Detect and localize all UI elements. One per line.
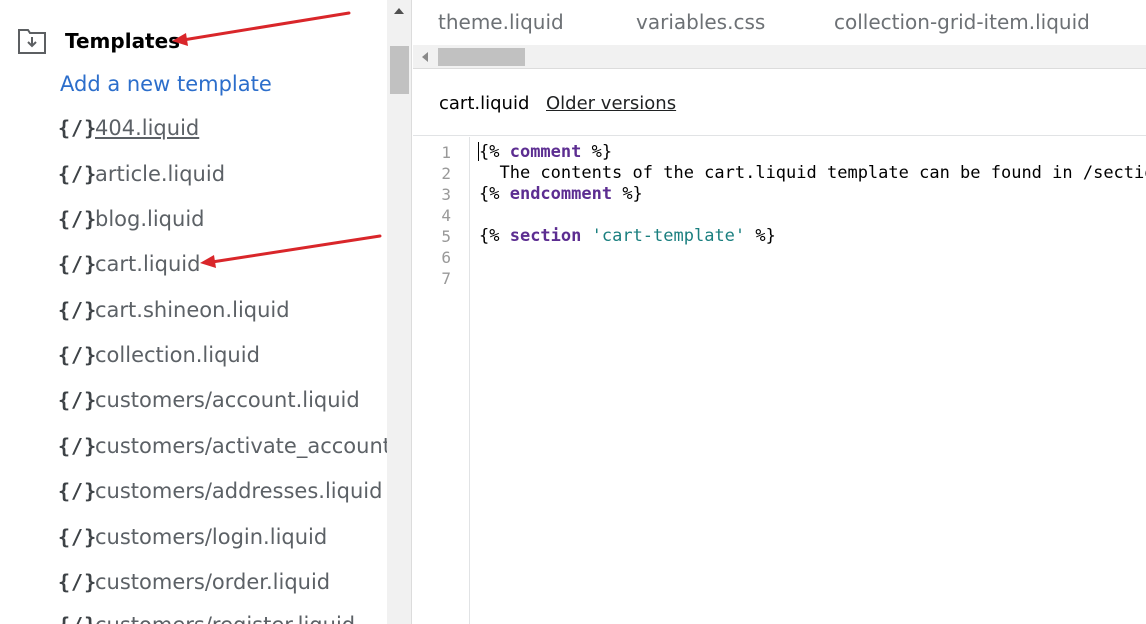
line-number: 3	[441, 185, 451, 204]
liquid-keyword: comment	[509, 142, 582, 162]
liquid-keyword: section	[509, 226, 582, 246]
code-line-5: {% section 'cart-template' %}	[479, 226, 776, 247]
file-name: customers/addresses.liquid	[95, 479, 383, 503]
code-editor-pane: theme.liquid variables.css collection-gr…	[413, 0, 1146, 624]
liquid-tag-close: %}	[745, 226, 776, 246]
file-name: customers/order.liquid	[95, 570, 331, 594]
liquid-tag-close: %}	[612, 184, 643, 204]
file-name: cart.liquid	[95, 252, 201, 276]
liquid-tag-open: {%	[479, 142, 510, 162]
tab-collection-grid-item-liquid[interactable]: collection-grid-item.liquid	[834, 10, 1090, 34]
tab-variables-css[interactable]: variables.css	[636, 10, 765, 34]
add-new-template-link[interactable]: Add a new template	[60, 72, 272, 96]
file-name: customers/activate_account.li	[95, 434, 387, 458]
code-line-1: {% comment %}	[479, 142, 612, 163]
current-file-title: cart.liquid	[439, 93, 530, 114]
liquid-string: 'cart-template'	[591, 226, 746, 246]
folder-download-icon	[18, 29, 46, 54]
file-item-cart[interactable]: {/} cart.liquid	[58, 249, 200, 279]
file-name: collection.liquid	[95, 343, 260, 367]
liquid-file-icon: {/}	[58, 479, 98, 503]
liquid-file-icon: {/}	[58, 162, 98, 186]
scrollbar-thumb[interactable]	[390, 46, 409, 94]
file-item-customers-login[interactable]: {/} customers/login.liquid	[58, 522, 327, 552]
line-number: 5	[441, 227, 451, 246]
text-cursor	[478, 142, 479, 161]
file-name: cart.shineon.liquid	[95, 298, 290, 322]
file-name: customers/account.liquid	[95, 388, 360, 412]
code-text-area[interactable]: {% comment %} The contents of the cart.l…	[479, 137, 1146, 624]
tab-theme-liquid[interactable]: theme.liquid	[438, 10, 564, 34]
file-item-customers-account[interactable]: {/} customers/account.liquid	[58, 385, 360, 415]
file-name: article.liquid	[95, 162, 226, 186]
file-item-collection[interactable]: {/} collection.liquid	[58, 340, 260, 370]
scroll-left-arrow-icon[interactable]	[422, 52, 428, 62]
liquid-file-icon: {/}	[58, 207, 98, 231]
templates-section-title: Templates	[65, 29, 181, 53]
liquid-file-icon: {/}	[58, 388, 98, 412]
older-versions-link[interactable]: Older versions	[546, 93, 676, 114]
liquid-file-icon: {/}	[58, 298, 98, 322]
scroll-up-arrow-icon[interactable]	[394, 8, 404, 14]
line-number: 4	[441, 206, 451, 225]
liquid-tag-open: {%	[479, 184, 510, 204]
file-item-404[interactable]: {/} 404.liquid	[58, 113, 199, 143]
line-number: 6	[441, 248, 451, 267]
liquid-file-icon: {/}	[58, 343, 98, 367]
editor-file-header: cart.liquid Older versions	[413, 70, 1146, 136]
liquid-file-icon: {/}	[58, 570, 98, 594]
liquid-keyword: endcomment	[509, 184, 613, 204]
liquid-tag-close: %}	[581, 142, 613, 162]
liquid-file-icon: {/}	[58, 434, 98, 458]
code-line-2: The contents of the cart.liquid template…	[499, 163, 1146, 183]
line-number-gutter: 1 2 3 4 5 6 7	[413, 137, 470, 624]
file-item-customers-addresses[interactable]: {/} customers/addresses.liquid	[58, 476, 382, 506]
line-number: 2	[441, 164, 451, 183]
code-line-3: {% endcomment %}	[479, 184, 643, 205]
open-file-tabs: theme.liquid variables.css collection-gr…	[413, 0, 1146, 45]
template-sidebar: Templates Add a new template {/} 404.liq…	[0, 0, 387, 624]
file-item-cart-shineon[interactable]: {/} cart.shineon.liquid	[58, 295, 290, 325]
file-name: 404.liquid	[95, 116, 200, 140]
templates-section-header[interactable]: Templates	[17, 25, 180, 57]
file-name: customers/register.liquid	[95, 613, 355, 624]
liquid-file-icon: {/}	[58, 525, 98, 549]
tabs-scrollbar-thumb[interactable]	[438, 48, 525, 66]
liquid-file-icon: {/}	[58, 116, 98, 140]
file-item-blog[interactable]: {/} blog.liquid	[58, 204, 205, 234]
file-name: blog.liquid	[95, 207, 205, 231]
liquid-file-icon: {/}	[58, 252, 98, 276]
line-number: 1	[441, 143, 451, 162]
liquid-file-icon: {/}	[58, 613, 96, 624]
file-item-customers-order[interactable]: {/} customers/order.liquid	[58, 567, 330, 597]
file-name: customers/login.liquid	[95, 525, 328, 549]
file-item-article[interactable]: {/} article.liquid	[58, 159, 225, 189]
liquid-tag-open: {%	[479, 226, 510, 246]
file-item-customers-activate-account[interactable]: {/} customers/activate_account.li	[58, 431, 387, 461]
sidebar-scrollbar[interactable]	[387, 0, 412, 624]
line-number: 7	[441, 269, 451, 288]
file-item-customers-register[interactable]: {/} customers/register.liquid	[58, 610, 355, 624]
tabs-scrollbar[interactable]	[413, 45, 1146, 69]
